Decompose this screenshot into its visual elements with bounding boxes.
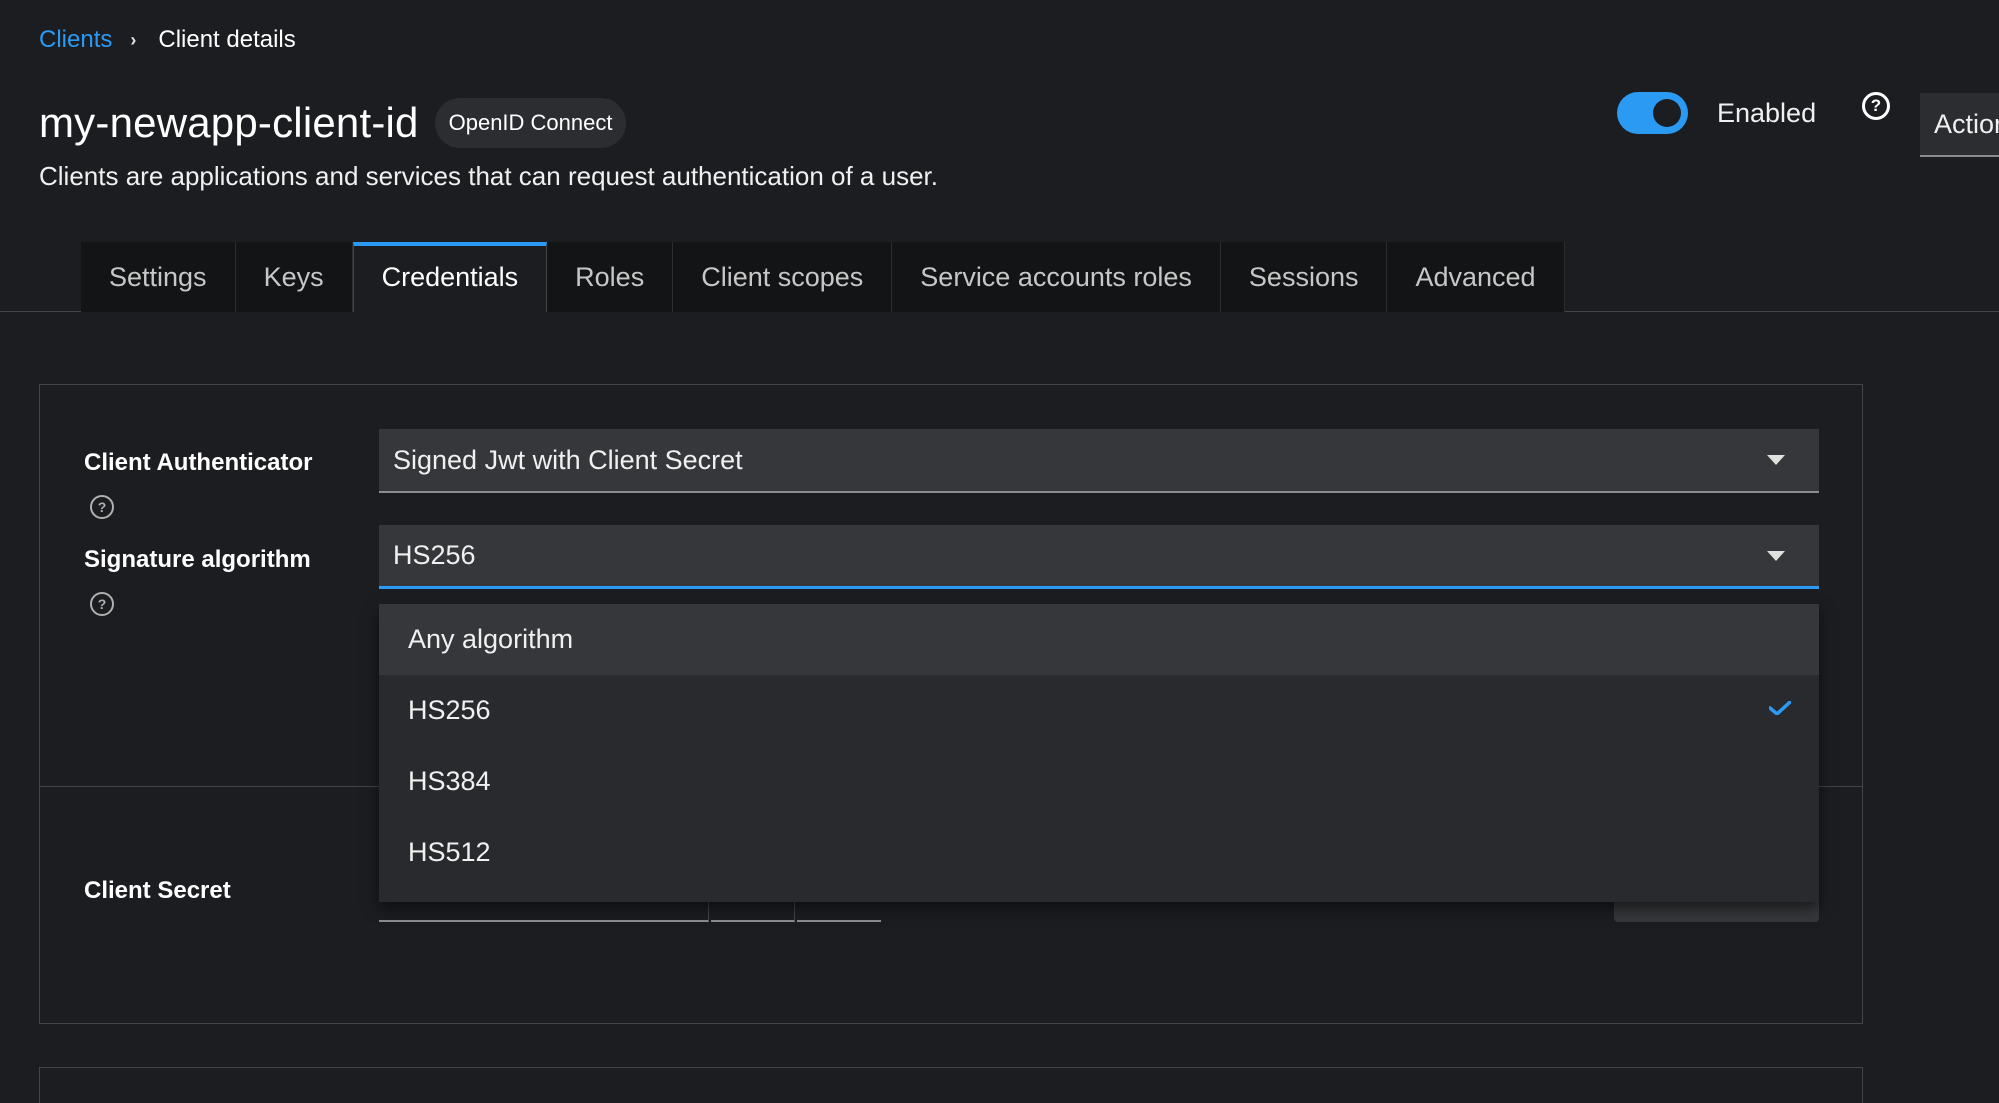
- menu-item-label: HS256: [408, 695, 491, 725]
- menu-item-label: Any algorithm: [408, 624, 574, 654]
- enabled-label: Enabled: [1717, 97, 1817, 128]
- tab-credentials[interactable]: Credentials: [352, 242, 548, 312]
- menu-item-label: HS384: [408, 766, 491, 796]
- breadcrumb: Clients › Client details: [39, 26, 296, 54]
- help-icon[interactable]: ?: [90, 592, 114, 616]
- tab-sessions[interactable]: Sessions: [1220, 242, 1388, 312]
- signature-algorithm-label: Signature algorithm: [84, 546, 311, 573]
- breadcrumb-clients-link[interactable]: Clients: [39, 26, 112, 54]
- menu-item-label: HS512: [408, 837, 491, 867]
- client-secret-label: Client Secret: [84, 877, 231, 904]
- tab-settings[interactable]: Settings: [81, 242, 236, 312]
- signature-algorithm-select[interactable]: HS256: [379, 525, 1819, 589]
- signature-algorithm-value: HS256: [393, 540, 476, 570]
- menu-item-hs512[interactable]: HS512: [379, 817, 1819, 888]
- protocol-badge: OpenID Connect: [434, 98, 627, 148]
- help-icon[interactable]: ?: [90, 495, 114, 519]
- signature-algorithm-menu: Any algorithm HS256 HS384 HS512: [379, 604, 1819, 902]
- client-authenticator-select[interactable]: Signed Jwt with Client Secret: [379, 429, 1819, 493]
- menu-item-hs256[interactable]: HS256: [379, 675, 1819, 746]
- title-row: my-newapp-client-id OpenID Connect: [39, 98, 627, 148]
- tab-bar: Settings Keys Credentials Roles Client s…: [81, 242, 1565, 312]
- chevron-right-icon: ›: [130, 29, 137, 50]
- menu-item-hs384[interactable]: HS384: [379, 746, 1819, 817]
- next-card: [39, 1067, 1863, 1103]
- tab-client-scopes[interactable]: Client scopes: [673, 242, 893, 312]
- tab-roles[interactable]: Roles: [547, 242, 674, 312]
- client-authenticator-value: Signed Jwt with Client Secret: [393, 444, 743, 475]
- client-authenticator-label: Client Authenticator: [84, 449, 313, 476]
- tab-keys[interactable]: Keys: [235, 242, 353, 312]
- tab-advanced[interactable]: Advanced: [1387, 242, 1565, 312]
- client-details-page: Clients › Client details my-newapp-clien…: [0, 0, 1999, 1103]
- check-icon: [1769, 701, 1791, 715]
- menu-item-any-algorithm[interactable]: Any algorithm: [379, 604, 1819, 675]
- page-description: Clients are applications and services th…: [39, 161, 938, 191]
- toggle-knob: [1653, 99, 1681, 127]
- page-title: my-newapp-client-id: [39, 99, 419, 146]
- caret-down-icon: [1767, 455, 1785, 465]
- action-dropdown-button[interactable]: Action: [1920, 93, 1999, 157]
- enabled-switch-group: Enabled: [1617, 92, 1816, 134]
- caret-down-icon: [1767, 551, 1785, 561]
- breadcrumb-current: Client details: [158, 26, 296, 53]
- enabled-toggle[interactable]: [1617, 92, 1688, 134]
- tab-service-accounts-roles[interactable]: Service accounts roles: [892, 242, 1221, 312]
- help-icon[interactable]: ?: [1862, 92, 1890, 120]
